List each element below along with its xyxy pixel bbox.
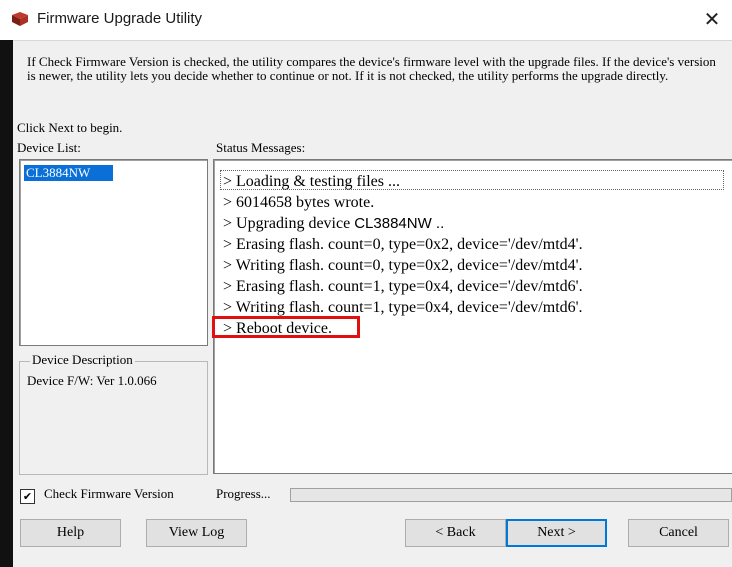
begin-hint: Click Next to begin.: [17, 120, 123, 135]
close-icon[interactable]: ✕: [698, 5, 726, 33]
device-list-label: Device List:: [17, 140, 81, 155]
window-title: Firmware Upgrade Utility: [37, 10, 203, 27]
reboot-highlight-box: [212, 316, 360, 338]
device-description-title: Device Description: [30, 352, 135, 368]
status-line: > Erasing flash. count=1, type=0x4, devi…: [223, 278, 583, 295]
status-messages-list: > Loading & testing files ... > 6014658 …: [223, 171, 583, 339]
intro-text: If Check Firmware Version is checked, th…: [27, 54, 716, 83]
progress-label: Progress...: [216, 486, 271, 501]
upgrading-device-name: CL3884NW ..: [354, 215, 445, 232]
device-firmware-version: Device F/W: Ver 1.0.066: [27, 373, 157, 388]
progress-bar: [290, 488, 732, 502]
cancel-button[interactable]: Cancel: [628, 519, 729, 547]
title-bar[interactable]: Firmware Upgrade Utility ✕: [0, 0, 732, 41]
window-frame-left: [0, 40, 13, 567]
device-list[interactable]: CL3884NW: [19, 159, 208, 346]
help-button[interactable]: Help: [20, 519, 121, 547]
status-line: > Upgrading device CL3884NW ..: [223, 213, 583, 234]
status-messages-label: Status Messages:: [216, 140, 306, 155]
firmware-app-icon: [12, 12, 28, 26]
status-line-text: > Upgrading device: [223, 215, 351, 232]
status-line: > 6014658 bytes wrote.: [223, 194, 375, 211]
status-line: > Writing flash. count=1, type=0x4, devi…: [223, 299, 583, 316]
device-list-item[interactable]: CL3884NW: [24, 165, 113, 181]
status-line: > Loading & testing files ...: [223, 173, 400, 190]
view-log-button[interactable]: View Log: [146, 519, 247, 547]
status-line: > Writing flash. count=0, type=0x2, devi…: [223, 257, 583, 274]
firmware-upgrade-window: Firmware Upgrade Utility ✕ If Check Firm…: [0, 0, 732, 567]
next-button[interactable]: Next >: [506, 519, 607, 547]
back-button[interactable]: < Back: [405, 519, 506, 547]
check-firmware-label[interactable]: Check Firmware Version: [44, 486, 174, 502]
check-firmware-checkbox[interactable]: ✔: [20, 489, 35, 504]
status-line: > Erasing flash. count=0, type=0x2, devi…: [223, 236, 583, 253]
